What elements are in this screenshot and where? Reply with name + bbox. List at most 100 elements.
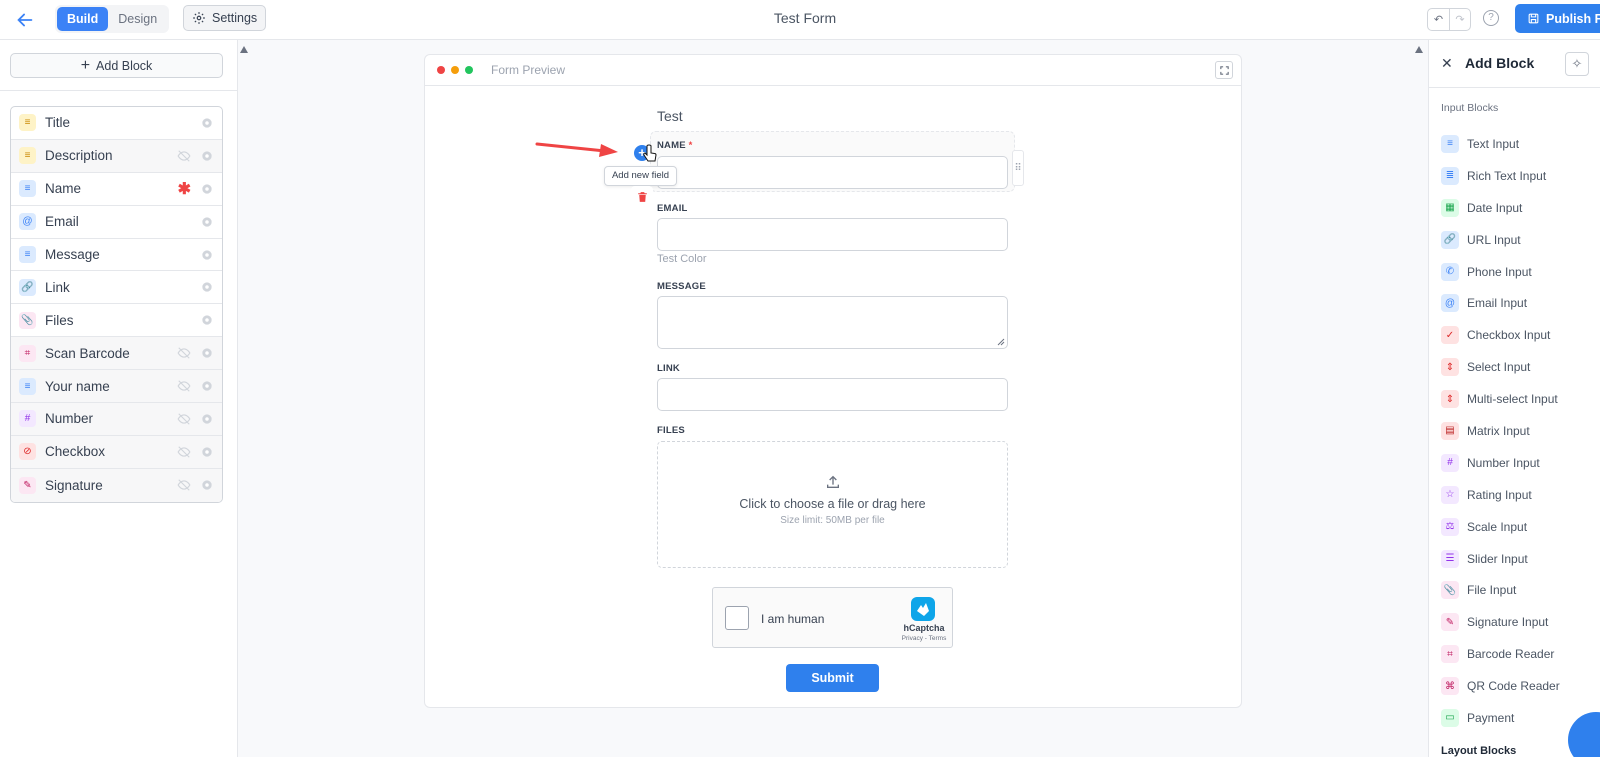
form-block-item[interactable]: ≡ Description [11,139,222,173]
help-icon[interactable]: ? [1483,10,1499,26]
add-block-item[interactable]: @ Email Input [1441,287,1600,319]
required-asterisk-icon[interactable]: ✱ [178,179,191,199]
gear-icon[interactable] [200,412,214,426]
publish-button[interactable]: Publish Fo [1515,4,1600,33]
tab-design[interactable]: Design [108,7,167,31]
add-block-item[interactable]: ⚖ Scale Input [1441,511,1600,543]
email-label: EMAIL [657,203,688,214]
link-input[interactable] [657,378,1008,411]
add-block-item[interactable]: ☆ Rating Input [1441,479,1600,511]
add-block-item[interactable]: ⇕ Multi-select Input [1441,383,1600,415]
add-block-item-label: Email Input [1467,296,1528,311]
text-input-icon: ≡ [1441,134,1459,153]
form-block-item[interactable]: ⊘ Checkbox [11,435,222,469]
name-label: NAME * [657,140,693,151]
email-input[interactable] [657,218,1008,251]
form-block-item[interactable]: ≡ Your name [11,370,222,404]
name-input[interactable] [657,156,1008,189]
add-block-item[interactable]: ☰ Slider Input [1441,543,1600,575]
gear-icon[interactable] [200,379,214,393]
resize-handle-icon[interactable] [997,338,1005,346]
add-block-item-label: Rating Input [1467,487,1532,502]
settings-button[interactable]: Settings [183,5,267,31]
add-block-item[interactable]: ⇕ Select Input [1441,351,1600,383]
form-block-label: Scan Barcode [45,345,130,361]
gear-icon[interactable] [200,182,214,196]
tab-build[interactable]: Build [57,7,109,31]
close-icon[interactable]: ✕ [1441,55,1453,72]
add-block-item[interactable]: ≣ Rich Text Input [1441,160,1600,192]
gear-icon[interactable] [200,445,214,459]
add-block-item[interactable]: ≡ Text Input [1441,128,1600,160]
required-asterisk: * [688,140,693,151]
file-dropzone[interactable]: Click to choose a file or drag here Size… [657,441,1008,568]
add-block-item[interactable]: ⌘ QR Code Reader [1441,670,1600,702]
signature-icon: ✎ [1441,613,1459,632]
add-block-item[interactable]: ✆ Phone Input [1441,256,1600,288]
add-block-item-label: URL Input [1467,232,1521,247]
form-block-item[interactable]: ≡ Message [11,239,222,272]
add-block-item[interactable]: ✎ Signature Input [1441,606,1600,638]
captcha-brand: hCaptcha [903,623,945,633]
drag-handle-icon[interactable]: ⠿ [1012,150,1024,186]
form-heading: Test [657,108,683,124]
eye-off-icon[interactable] [177,149,191,163]
gear-icon[interactable] [200,248,214,262]
plus-icon: + [80,56,91,74]
input-blocks-list: ≡ Text Input ≣ Rich Text Input ▦ Date Input 🔗 U… [1441,128,1600,734]
submit-button[interactable]: Submit [786,664,879,692]
scroll-up-icon[interactable] [1415,46,1423,53]
redo-icon[interactable]: ↷ [1449,9,1470,30]
add-block-item[interactable]: ⌗ Barcode Reader [1441,638,1600,670]
eye-off-icon[interactable] [177,379,191,393]
sparkle-icon[interactable]: ✧ [1565,52,1589,76]
gear-icon[interactable] [200,149,214,163]
dropzone-text: Click to choose a file or drag here [739,497,926,511]
add-block-item-label: Number Input [1467,455,1540,470]
add-block-panel: ✕ Add Block ✧ Input Blocks ≡ Text Input ≣ R… [1428,40,1600,757]
form-block-item[interactable]: ⌗ Scan Barcode [11,337,222,371]
scroll-up-icon[interactable] [240,46,248,53]
divider [0,90,237,91]
add-block-item[interactable]: 📎 File Input [1441,574,1600,606]
gear-icon[interactable] [200,215,214,229]
at-icon: @ [19,213,36,231]
form-block-label: Description [45,148,113,164]
form-block-item[interactable]: 📎 Files [11,304,222,338]
form-block-item[interactable]: ≡ Title [11,107,222,140]
gear-icon[interactable] [200,346,214,360]
gear-icon[interactable] [200,280,214,294]
form-block-item[interactable]: # Number [11,403,222,436]
message-textarea[interactable] [657,296,1008,349]
gear-icon[interactable] [200,313,214,327]
gear-icon[interactable] [200,478,214,492]
form-block-label: Files [45,312,74,328]
arrow-left-icon[interactable] [14,9,36,31]
eye-off-icon[interactable] [177,412,191,426]
form-blocks-list: ≡ Title ≡ Description ≡ Name ✱ @ Email ≡ Message 🔗 L… [10,106,223,503]
undo-icon[interactable]: ↶ [1428,9,1449,30]
form-block-label: Checkbox [45,444,106,460]
add-block-item-label: File Input [1467,583,1517,598]
add-block-item[interactable]: ▤ Matrix Input [1441,415,1600,447]
eye-off-icon[interactable] [177,445,191,459]
add-block-item[interactable]: # Number Input [1441,447,1600,479]
expand-icon[interactable] [1215,61,1233,79]
add-block-label: Add Block [96,58,153,73]
trash-icon[interactable] [631,186,653,208]
captcha-links[interactable]: Privacy - Terms [898,635,950,642]
form-block-item[interactable]: @ Email [11,206,222,239]
captcha-checkbox[interactable] [725,606,749,630]
eye-off-icon[interactable] [177,478,191,492]
mode-toggle: Build Design [55,5,170,33]
gear-icon[interactable] [200,116,214,130]
eye-off-icon[interactable] [177,346,191,360]
form-block-item[interactable]: ≡ Name ✱ [11,173,222,206]
add-block-button[interactable]: + Add Block [10,53,223,78]
form-block-item[interactable]: ✎ Signature [11,468,222,502]
add-block-item[interactable]: ▦ Date Input [1441,192,1600,224]
form-block-item[interactable]: 🔗 Link [11,271,222,305]
add-block-item[interactable]: 🔗 URL Input [1441,224,1600,256]
upload-icon [826,475,839,488]
add-block-item[interactable]: ✓ Checkbox Input [1441,319,1600,351]
